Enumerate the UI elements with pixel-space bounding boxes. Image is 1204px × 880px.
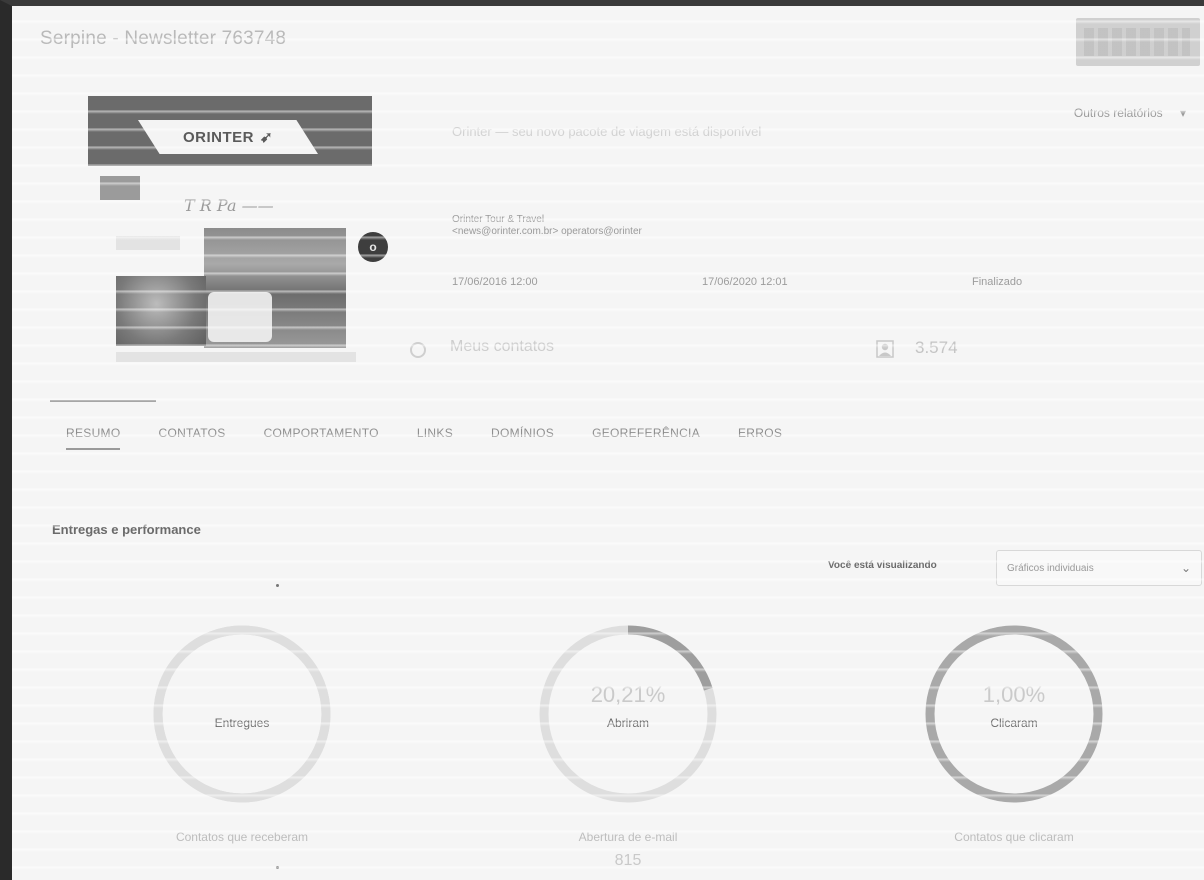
tab-indicator: [50, 400, 156, 402]
opened-ring: [539, 625, 717, 803]
delivered-caption: Contatos que receberam: [175, 830, 309, 844]
opened-caption: Abertura de e-mail: [578, 830, 678, 844]
ring-progress-arc: [925, 625, 1103, 803]
opened-percent: 20,21%: [590, 682, 666, 707]
opened-label: Abriram: [606, 716, 649, 730]
tab-erros[interactable]: ERROS: [738, 426, 782, 450]
delivered-donut: Entregues: [148, 620, 336, 808]
clicked-donut: 1,00% Clicaram: [920, 620, 1108, 808]
contacts-count: 3.574: [915, 338, 958, 357]
contact-list-row: Meus contatos 3.574: [410, 338, 1190, 364]
delivered-label: Entregues: [214, 716, 270, 730]
brand-label: ORINTER ➹: [138, 120, 318, 154]
campaign-status: Finalizado: [972, 276, 1023, 288]
tab-contatos[interactable]: CONTATOS: [158, 426, 225, 450]
tab-comportamento[interactable]: COMPORTAMENTO: [264, 426, 379, 450]
end-date: 17/06/2020 12:01: [702, 276, 788, 288]
preview-text-block: [116, 236, 180, 250]
email-subject: Orinter — seu novo pacote de viagem está…: [452, 124, 762, 139]
report-tabs: RESUMO CONTATOS COMPORTAMENTO LINKS DOMÍ…: [66, 426, 820, 450]
delivered-ring: [153, 625, 331, 803]
decorative-dot: [276, 584, 279, 587]
opened-donut: 20,21% Abriram: [534, 620, 722, 808]
app-window: Serpine - Newsletter 763748 Outros relat…: [0, 0, 1204, 880]
tab-resumo[interactable]: RESUMO: [66, 426, 121, 450]
person-icon: [876, 340, 894, 358]
clicked-label: Clicaram: [990, 716, 1038, 730]
viewing-label: Você está visualizando: [828, 560, 937, 571]
tab-links[interactable]: LINKS: [417, 426, 453, 450]
start-date: 17/06/2016 12:00: [452, 276, 538, 288]
clicked-percent: 1,00%: [982, 682, 1046, 707]
sender-block: Orinter Tour & Travel <news@orinter.com.…: [452, 214, 642, 238]
tab-georeferencia[interactable]: GEOREFERÊNCIA: [592, 426, 700, 450]
view-mode-value: Gráficos individuais: [1007, 563, 1094, 574]
preview-photo-2: [116, 276, 206, 346]
preview-photo-highlight: [208, 292, 272, 342]
preview-handwriting: T R Pa ——: [184, 196, 274, 215]
decorative-dot: [276, 866, 279, 869]
view-mode-select[interactable]: Gráficos individuais ⌄: [996, 550, 1202, 586]
clicked-caption: Contatos que clicaram: [954, 830, 1074, 844]
section-title: Entregas e performance: [52, 522, 201, 537]
ring-progress-arc: [153, 625, 331, 803]
window-title: Serpine - Newsletter 763748: [40, 28, 287, 49]
zoom-icon[interactable]: o: [358, 232, 388, 262]
opened-value: 815: [614, 852, 642, 869]
preview-footer-block: [116, 352, 356, 362]
list-icon: [410, 342, 426, 358]
brand-logo: [1076, 18, 1200, 66]
email-preview[interactable]: ORINTER ➹ T R Pa —— o: [88, 96, 388, 366]
chevron-down-icon: ⌄: [1180, 561, 1191, 575]
preview-strip: [100, 176, 140, 200]
list-name[interactable]: Meus contatos: [450, 338, 554, 356]
tab-dominios[interactable]: DOMÍNIOS: [491, 426, 554, 450]
sender-email: <news@orinter.com.br> operators@orinter: [452, 226, 642, 237]
preview-banner: ORINTER ➹: [88, 96, 372, 166]
clicked-ring: [925, 625, 1103, 803]
sender-name: Orinter Tour & Travel: [452, 214, 545, 225]
campaign-info: Orinter — seu novo pacote de viagem está…: [410, 116, 1192, 376]
